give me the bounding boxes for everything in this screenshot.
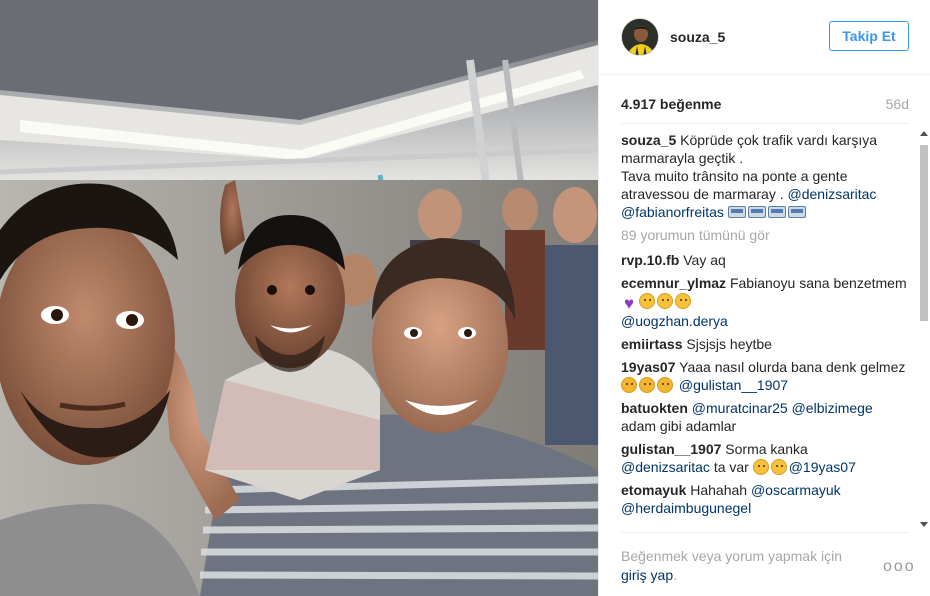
footer-divider	[621, 532, 909, 533]
train-emoji-icon	[767, 206, 786, 218]
smiling-emoji-icon	[752, 459, 769, 475]
comment-item: ecemnur_ylmaz Fabianoyu sana benzetmem ♥…	[621, 274, 915, 330]
login-prompt: Beğenmek veya yorum yapmak için giriş ya…	[621, 547, 871, 585]
comment-item: emiirtass Sjsjsjs heytbe	[621, 335, 915, 353]
post-stats: 4.917 beğenme 56d	[621, 96, 909, 116]
instagram-post: souza_5 Takip Et 4.917 beğenme 56d souza…	[0, 0, 930, 596]
scroll-up-icon[interactable]	[920, 131, 928, 136]
comment-text: adam gibi adamlar	[621, 418, 737, 434]
comment-item: gulistan__1907 Sorma kanka @denizsaritac…	[621, 440, 915, 476]
grinning-emoji-icon	[657, 293, 673, 309]
comment-mention[interactable]: @muratcinar25	[692, 400, 788, 416]
comment-mention[interactable]: @gulistan__1907	[679, 377, 788, 393]
stats-divider	[621, 123, 909, 124]
comment-item: 19yas07 Yaaa nasıl olurda bana denk gelm…	[621, 358, 915, 394]
comment-username[interactable]: emiirtass	[621, 336, 682, 352]
view-all-comments-link[interactable]: 89 yorumun tümünü gör	[621, 226, 915, 244]
comment-username[interactable]: ecemnur_ylmaz	[621, 275, 726, 291]
comment-text: Sjsjsjs heytbe	[686, 336, 772, 352]
comment-username[interactable]: 19yas07	[621, 359, 676, 375]
comment-text: ta var	[713, 459, 749, 475]
comment-mention[interactable]: @oscarmayuk	[751, 482, 841, 498]
follow-button[interactable]: Takip Et	[829, 21, 909, 51]
more-options-icon[interactable]: ooo	[883, 558, 916, 576]
comment-username[interactable]: gulistan__1907	[621, 441, 721, 457]
post-header: souza_5 Takip Et	[599, 0, 930, 75]
comment-item: rvp.10.fb Vay aq	[621, 251, 915, 269]
comment-mention[interactable]: @uogzhan.derya	[621, 313, 728, 329]
post-photo[interactable]	[0, 0, 598, 596]
scrollbar-thumb[interactable]	[920, 145, 928, 321]
comment-text: Sorma kanka	[725, 441, 808, 457]
disappointed-emoji-icon	[657, 377, 673, 393]
post-age[interactable]: 56d	[886, 96, 909, 112]
caption-mention-2[interactable]: @fabianorfreitas	[621, 204, 724, 220]
login-prompt-end: .	[673, 567, 678, 583]
comment-item: batuokten @muratcinar25 @elbizimege adam…	[621, 399, 915, 435]
comment-list[interactable]: souza_5 Köprüde çok trafik vardı karşıya…	[621, 131, 915, 527]
post-side-panel: souza_5 Takip Et 4.917 beğenme 56d souza…	[598, 0, 930, 596]
comment-mention[interactable]: @19yas07	[789, 459, 856, 475]
comment-scrollbar[interactable]	[919, 131, 929, 527]
scroll-down-icon[interactable]	[920, 522, 928, 527]
comment-username[interactable]: etomayuk	[621, 482, 686, 498]
grinning-emoji-icon	[675, 293, 691, 309]
login-prompt-text: Beğenmek veya yorum yapmak için	[621, 548, 842, 564]
train-emoji-icon	[727, 206, 746, 218]
comment-mention[interactable]: @elbizimege	[792, 400, 873, 416]
grinning-emoji-icon	[639, 293, 655, 309]
comment-mention[interactable]: @herdaimbugunegel	[621, 500, 751, 516]
train-emoji-icon	[787, 206, 806, 218]
comment-item: etomayuk Hahahah @oscarmayuk @herdaimbug…	[621, 481, 915, 517]
caption-mention-1[interactable]: @denizsaritac	[788, 186, 877, 202]
disappointed-emoji-icon	[639, 377, 655, 393]
caption: souza_5 Köprüde çok trafik vardı karşıya…	[621, 131, 915, 221]
smiling-emoji-icon	[770, 459, 787, 475]
comment-username[interactable]: batuokten	[621, 400, 688, 416]
comment-mention[interactable]: @denizsaritac	[621, 459, 710, 475]
comment-text: Hahahah	[690, 482, 748, 498]
likes-count[interactable]: 4.917 beğenme	[621, 96, 721, 112]
comment-text: Yaaa nasıl olurda bana denk gelmez	[679, 359, 906, 375]
comment-text: Vay aq	[683, 252, 726, 268]
avatar[interactable]	[621, 18, 659, 56]
purple-heart-emoji-icon: ♥	[623, 294, 635, 313]
comment-text: Fabianoyu sana benzetmem	[729, 275, 907, 291]
login-link[interactable]: giriş yap	[621, 567, 673, 583]
train-emoji-icon	[747, 206, 766, 218]
caption-username[interactable]: souza_5	[621, 132, 676, 148]
disappointed-emoji-icon	[621, 377, 637, 393]
avatar-image	[622, 19, 658, 55]
selfie-subway-image	[0, 0, 598, 596]
post-username[interactable]: souza_5	[670, 29, 725, 45]
comment-username[interactable]: rvp.10.fb	[621, 252, 679, 268]
